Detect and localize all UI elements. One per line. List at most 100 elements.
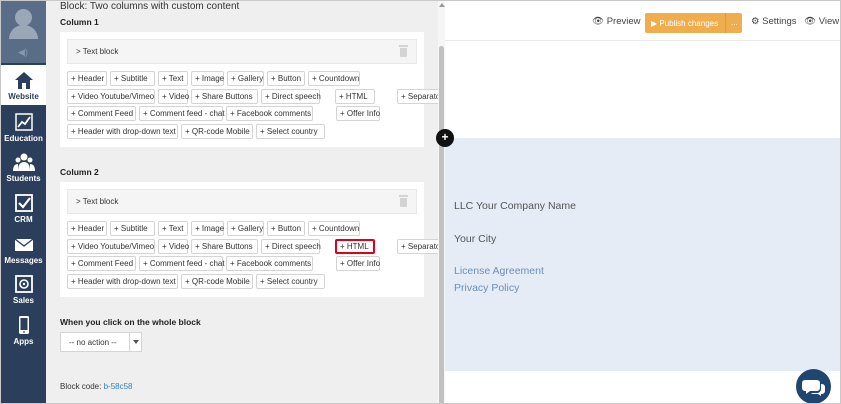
site-preview: 👁 Preview ▶ Publish changes ... ⚙ Settin…: [445, 1, 840, 403]
click-action-value: -- no action --: [69, 338, 117, 347]
nav-item-students[interactable]: Students: [1, 147, 46, 187]
block-title: Block: Two columns with custom content: [60, 1, 240, 12]
column2-box: > Text block + Header + Subtitle + Text + I…: [60, 182, 438, 297]
chart-icon: [14, 113, 33, 131]
add-element-button[interactable]: + HTML: [335, 238, 375, 254]
trash-icon[interactable]: [399, 195, 408, 207]
add-element-button[interactable]: + Subtitle: [110, 71, 155, 86]
nav-item-apps[interactable]: Apps: [1, 310, 46, 350]
add-element-button[interactable]: + Comment feed - chat: [139, 256, 225, 271]
license-link[interactable]: License Agreement: [454, 265, 544, 277]
view-button[interactable]: 👁 View: [804, 16, 839, 27]
chevron-down-icon: [133, 340, 139, 344]
add-element-button[interactable]: + Offer Info: [336, 106, 380, 121]
add-element-button[interactable]: + Select country: [256, 123, 325, 139]
play-icon: ▶: [651, 19, 658, 28]
add-element-button[interactable]: + Gallery: [227, 221, 264, 236]
trash-icon[interactable]: [399, 45, 408, 57]
nav-label-education: Education: [4, 134, 43, 143]
settings-label: Settings: [762, 16, 797, 27]
column1-text-block[interactable]: > Text block: [67, 39, 417, 64]
nav-item-education[interactable]: Education: [1, 107, 46, 147]
add-element-button[interactable]: + Video: [158, 238, 189, 254]
checkbox-icon: [14, 194, 33, 212]
publish-divider: [725, 13, 726, 33]
add-element-button[interactable]: + Share Buttons: [191, 88, 258, 104]
avatar[interactable]: ◀): [1, 1, 46, 63]
block-editor-panel: Block: Two columns with custom content C…: [46, 1, 438, 403]
settings-button[interactable]: ⚙ Settings: [751, 16, 797, 27]
add-element-button[interactable]: + Select country: [256, 273, 325, 289]
add-element-button[interactable]: + Button: [267, 71, 305, 86]
panel-scrollbar[interactable]: [438, 1, 445, 403]
add-element-button[interactable]: + Countdown: [308, 221, 360, 236]
add-element-button[interactable]: + Comment Feed: [67, 106, 136, 121]
add-element-button[interactable]: + Comment feed - chat: [139, 106, 225, 121]
avatar-body: [9, 25, 38, 39]
add-element-button[interactable]: + QR-code Mobile: [181, 123, 253, 139]
chat-widget-button[interactable]: [796, 369, 831, 403]
add-element-button[interactable]: + Video Youtube/Vimeo: [67, 238, 155, 254]
add-element-button[interactable]: + Comment Feed: [67, 256, 136, 271]
click-action-select[interactable]: -- no action --: [60, 332, 142, 352]
view-label: View: [818, 16, 840, 27]
add-element-button[interactable]: + HTML: [335, 88, 375, 104]
block-code-label: Block code:: [60, 382, 102, 391]
nav-item-messages[interactable]: Messages: [1, 229, 46, 269]
nav-label-apps: Apps: [13, 337, 34, 346]
column1-text-block-label: > Text block: [76, 47, 119, 56]
add-element-button[interactable]: + Header with drop-down text: [67, 123, 178, 139]
nav-item-website[interactable]: Website: [1, 65, 46, 105]
nav-item-crm[interactable]: CRM: [1, 188, 46, 228]
left-nav: ◀) Website Education Students CRM Messag…: [1, 1, 46, 403]
nav-label-messages: Messages: [4, 256, 43, 265]
column2-text-block[interactable]: > Text block: [67, 189, 417, 214]
scrollbar-thumb[interactable]: [439, 46, 444, 403]
add-block-plus-icon[interactable]: +: [436, 129, 454, 147]
add-element-button[interactable]: + Offer Info: [336, 256, 380, 271]
select-divider: [129, 333, 130, 351]
nav-label-crm: CRM: [14, 215, 33, 224]
app-frame: ◀) Website Education Students CRM Messag…: [0, 0, 841, 404]
publish-text: Publish changes: [659, 19, 719, 28]
add-element-button[interactable]: + Button: [267, 221, 305, 236]
add-element-button[interactable]: + Text: [158, 71, 188, 86]
add-element-button[interactable]: + Facebook comments: [226, 256, 313, 271]
block-code-value[interactable]: b-58c58: [104, 382, 133, 391]
add-element-button[interactable]: + Countdown: [308, 71, 360, 86]
eye-icon: 👁: [804, 16, 817, 27]
add-element-button[interactable]: + Text: [158, 221, 188, 236]
click-action-title: When you click on the whole block: [60, 317, 201, 327]
add-element-button[interactable]: + Separator: [397, 238, 438, 254]
add-element-button[interactable]: + Direct speech: [261, 238, 321, 254]
add-element-button[interactable]: + Share Buttons: [191, 238, 258, 254]
add-element-button[interactable]: + Image: [191, 71, 224, 86]
sound-icon[interactable]: ◀): [18, 47, 28, 58]
add-element-button[interactable]: + QR-code Mobile: [181, 273, 253, 289]
company-name: LLC Your Company Name: [454, 200, 576, 212]
publish-button[interactable]: ▶ Publish changes ...: [645, 13, 742, 33]
nav-label-website: Website: [8, 92, 39, 101]
column2-text-block-label: > Text block: [76, 197, 119, 206]
publish-label: ▶ Publish changes: [651, 19, 718, 28]
add-element-button[interactable]: + Gallery: [227, 71, 264, 86]
privacy-link[interactable]: Privacy Policy: [454, 282, 519, 294]
add-element-button[interactable]: + Video Youtube/Vimeo: [67, 88, 155, 104]
add-element-button[interactable]: + Header with drop-down text: [67, 273, 178, 289]
add-element-button[interactable]: + Separator: [397, 88, 438, 104]
add-element-button[interactable]: + Header: [67, 221, 107, 236]
add-element-button[interactable]: + Header: [67, 71, 107, 86]
preview-button[interactable]: 👁 Preview: [592, 16, 641, 27]
preview-toolbar: 👁 Preview ▶ Publish changes ... ⚙ Settin…: [445, 1, 840, 41]
chat-bubbles-icon: [802, 380, 825, 396]
add-element-button[interactable]: + Facebook comments: [226, 106, 313, 121]
add-element-button[interactable]: + Video: [158, 88, 189, 104]
add-element-button[interactable]: + Direct speech: [261, 88, 321, 104]
add-element-button[interactable]: + Subtitle: [110, 221, 155, 236]
publish-more-button[interactable]: ...: [731, 18, 738, 27]
nav-label-students: Students: [6, 174, 41, 183]
nav-item-sales[interactable]: Sales: [1, 269, 46, 309]
eye-slash-icon: 👁: [592, 16, 605, 27]
add-element-button[interactable]: + Image: [191, 221, 224, 236]
column1-box: > Text block + Header + Subtitle + Text + I…: [60, 32, 438, 147]
